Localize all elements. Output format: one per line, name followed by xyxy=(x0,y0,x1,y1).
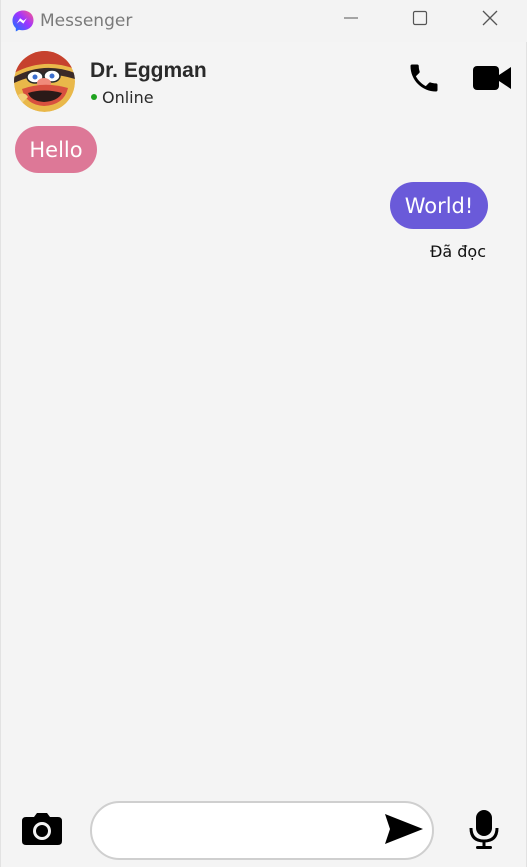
title-bar: Messenger xyxy=(1,0,527,42)
send-icon xyxy=(384,813,424,849)
online-indicator xyxy=(91,94,97,100)
microphone-icon xyxy=(469,810,499,854)
messenger-window: Messenger Dr. Eggman Online Hello World!… xyxy=(0,0,527,867)
message-composer xyxy=(90,801,434,860)
read-receipt: Đã đọc xyxy=(429,242,486,261)
voice-message-button[interactable] xyxy=(467,810,501,854)
video-call-button[interactable] xyxy=(470,60,514,100)
maximize-button[interactable] xyxy=(397,0,443,40)
minimize-button[interactable] xyxy=(328,0,374,40)
window-title: Messenger xyxy=(40,11,133,31)
incoming-message-bubble[interactable]: Hello xyxy=(15,126,97,173)
messenger-logo-icon xyxy=(11,9,35,33)
camera-button[interactable] xyxy=(21,813,63,849)
camera-icon xyxy=(22,813,62,849)
message-input[interactable] xyxy=(110,813,379,851)
voice-call-button[interactable] xyxy=(404,60,444,100)
close-icon xyxy=(481,9,499,31)
contact-name: Dr. Eggman xyxy=(90,59,207,82)
avatar[interactable] xyxy=(14,51,75,112)
status-text: Online xyxy=(102,87,154,107)
send-button[interactable] xyxy=(382,813,426,849)
chat-header: Dr. Eggman Online xyxy=(1,42,527,116)
outgoing-message-bubble[interactable]: World! xyxy=(390,182,488,229)
presence-status: Online xyxy=(91,87,154,107)
minimize-icon xyxy=(343,10,359,30)
video-camera-icon xyxy=(472,64,512,96)
phone-icon xyxy=(406,60,442,100)
maximize-icon xyxy=(412,10,428,30)
message-text: Hello xyxy=(29,137,83,162)
message-text: World! xyxy=(404,193,474,218)
close-button[interactable] xyxy=(467,0,513,40)
